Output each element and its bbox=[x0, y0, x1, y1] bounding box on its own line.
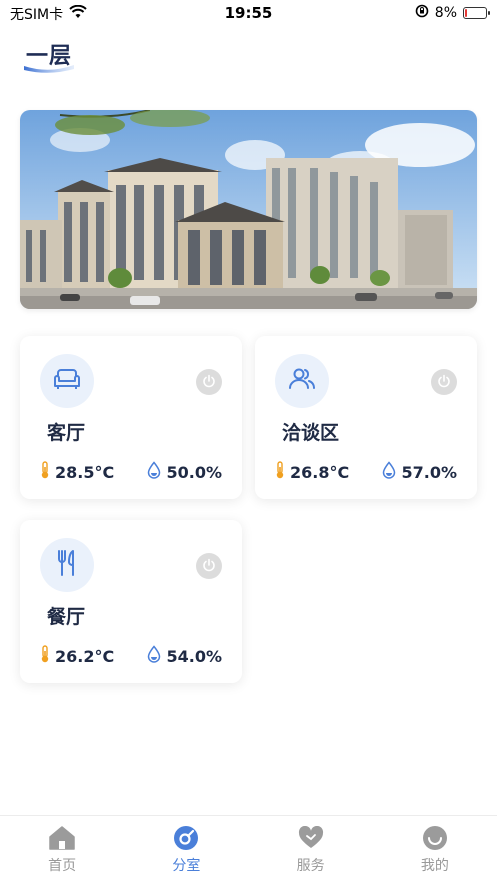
temperature-value: 28.5°C bbox=[55, 462, 115, 482]
room-name: 餐厅 bbox=[47, 606, 86, 628]
power-icon bbox=[202, 557, 216, 576]
room-card-dining-room[interactable]: 餐厅 26.2°C 54.0% bbox=[20, 520, 242, 683]
temperature-value: 26.8°C bbox=[290, 462, 350, 482]
tab-label: 分室 bbox=[172, 858, 201, 874]
room-stats: 28.5°C 50.0% bbox=[40, 461, 222, 483]
tab-home[interactable]: 首页 bbox=[0, 816, 124, 883]
rotation-lock-icon bbox=[415, 4, 429, 22]
room-stats: 26.8°C 57.0% bbox=[275, 461, 457, 483]
temperature-value: 26.2°C bbox=[55, 646, 115, 666]
tab-services[interactable]: 服务 bbox=[249, 816, 373, 883]
status-bar: 无SIM卡 19:55 8% bbox=[0, 0, 497, 26]
heart-icon bbox=[298, 825, 324, 851]
room-icon-badge bbox=[40, 354, 94, 408]
humidity-value: 57.0% bbox=[401, 462, 457, 482]
sofa-icon bbox=[53, 367, 81, 395]
tab-rooms[interactable]: 分室 bbox=[124, 816, 248, 883]
power-icon bbox=[202, 373, 216, 392]
compass-icon bbox=[173, 825, 199, 851]
page-title-text: 一层 bbox=[26, 44, 73, 69]
temperature-stat: 26.8°C bbox=[275, 461, 349, 483]
thermometer-icon bbox=[40, 645, 50, 667]
status-right: 8% bbox=[415, 4, 490, 22]
battery-percent: 8% bbox=[434, 5, 457, 21]
fork-knife-icon bbox=[54, 549, 80, 581]
thermometer-icon bbox=[275, 461, 285, 483]
temperature-stat: 26.2°C bbox=[40, 645, 114, 667]
droplet-icon bbox=[147, 461, 161, 483]
home-icon bbox=[49, 825, 75, 851]
thermometer-icon bbox=[40, 461, 50, 483]
droplet-icon bbox=[147, 645, 161, 667]
room-icon-badge bbox=[275, 354, 329, 408]
tab-label: 我的 bbox=[420, 858, 449, 874]
temperature-stat: 28.5°C bbox=[40, 461, 114, 483]
tab-profile[interactable]: 我的 bbox=[373, 816, 497, 883]
page-title: 一层 bbox=[24, 38, 74, 73]
power-button[interactable] bbox=[196, 369, 222, 395]
battery-icon bbox=[463, 7, 490, 19]
people-icon bbox=[288, 367, 316, 395]
power-icon bbox=[437, 373, 451, 392]
room-card-living-room[interactable]: 客厅 28.5°C 50.0% bbox=[20, 336, 242, 499]
power-button[interactable] bbox=[431, 369, 457, 395]
building-illustration bbox=[20, 110, 477, 309]
power-button[interactable] bbox=[196, 553, 222, 579]
room-stats: 26.2°C 54.0% bbox=[40, 645, 222, 667]
tab-label: 服务 bbox=[296, 858, 325, 874]
humidity-value: 50.0% bbox=[166, 462, 222, 482]
room-icon-badge bbox=[40, 538, 94, 592]
room-card-meeting-area[interactable]: 洽谈区 26.8°C 57.0% bbox=[255, 336, 477, 499]
room-name: 客厅 bbox=[47, 422, 86, 444]
droplet-icon bbox=[382, 461, 396, 483]
humidity-stat: 54.0% bbox=[147, 645, 222, 667]
battery-level bbox=[465, 9, 467, 17]
room-name: 洽谈区 bbox=[282, 422, 340, 444]
building-banner bbox=[20, 110, 477, 309]
humidity-value: 54.0% bbox=[166, 646, 222, 666]
bottom-tab-bar: 首页 分室 服务 我的 bbox=[0, 815, 497, 883]
smile-icon bbox=[422, 825, 448, 851]
tab-label: 首页 bbox=[48, 858, 77, 874]
humidity-stat: 50.0% bbox=[147, 461, 222, 483]
humidity-stat: 57.0% bbox=[382, 461, 457, 483]
